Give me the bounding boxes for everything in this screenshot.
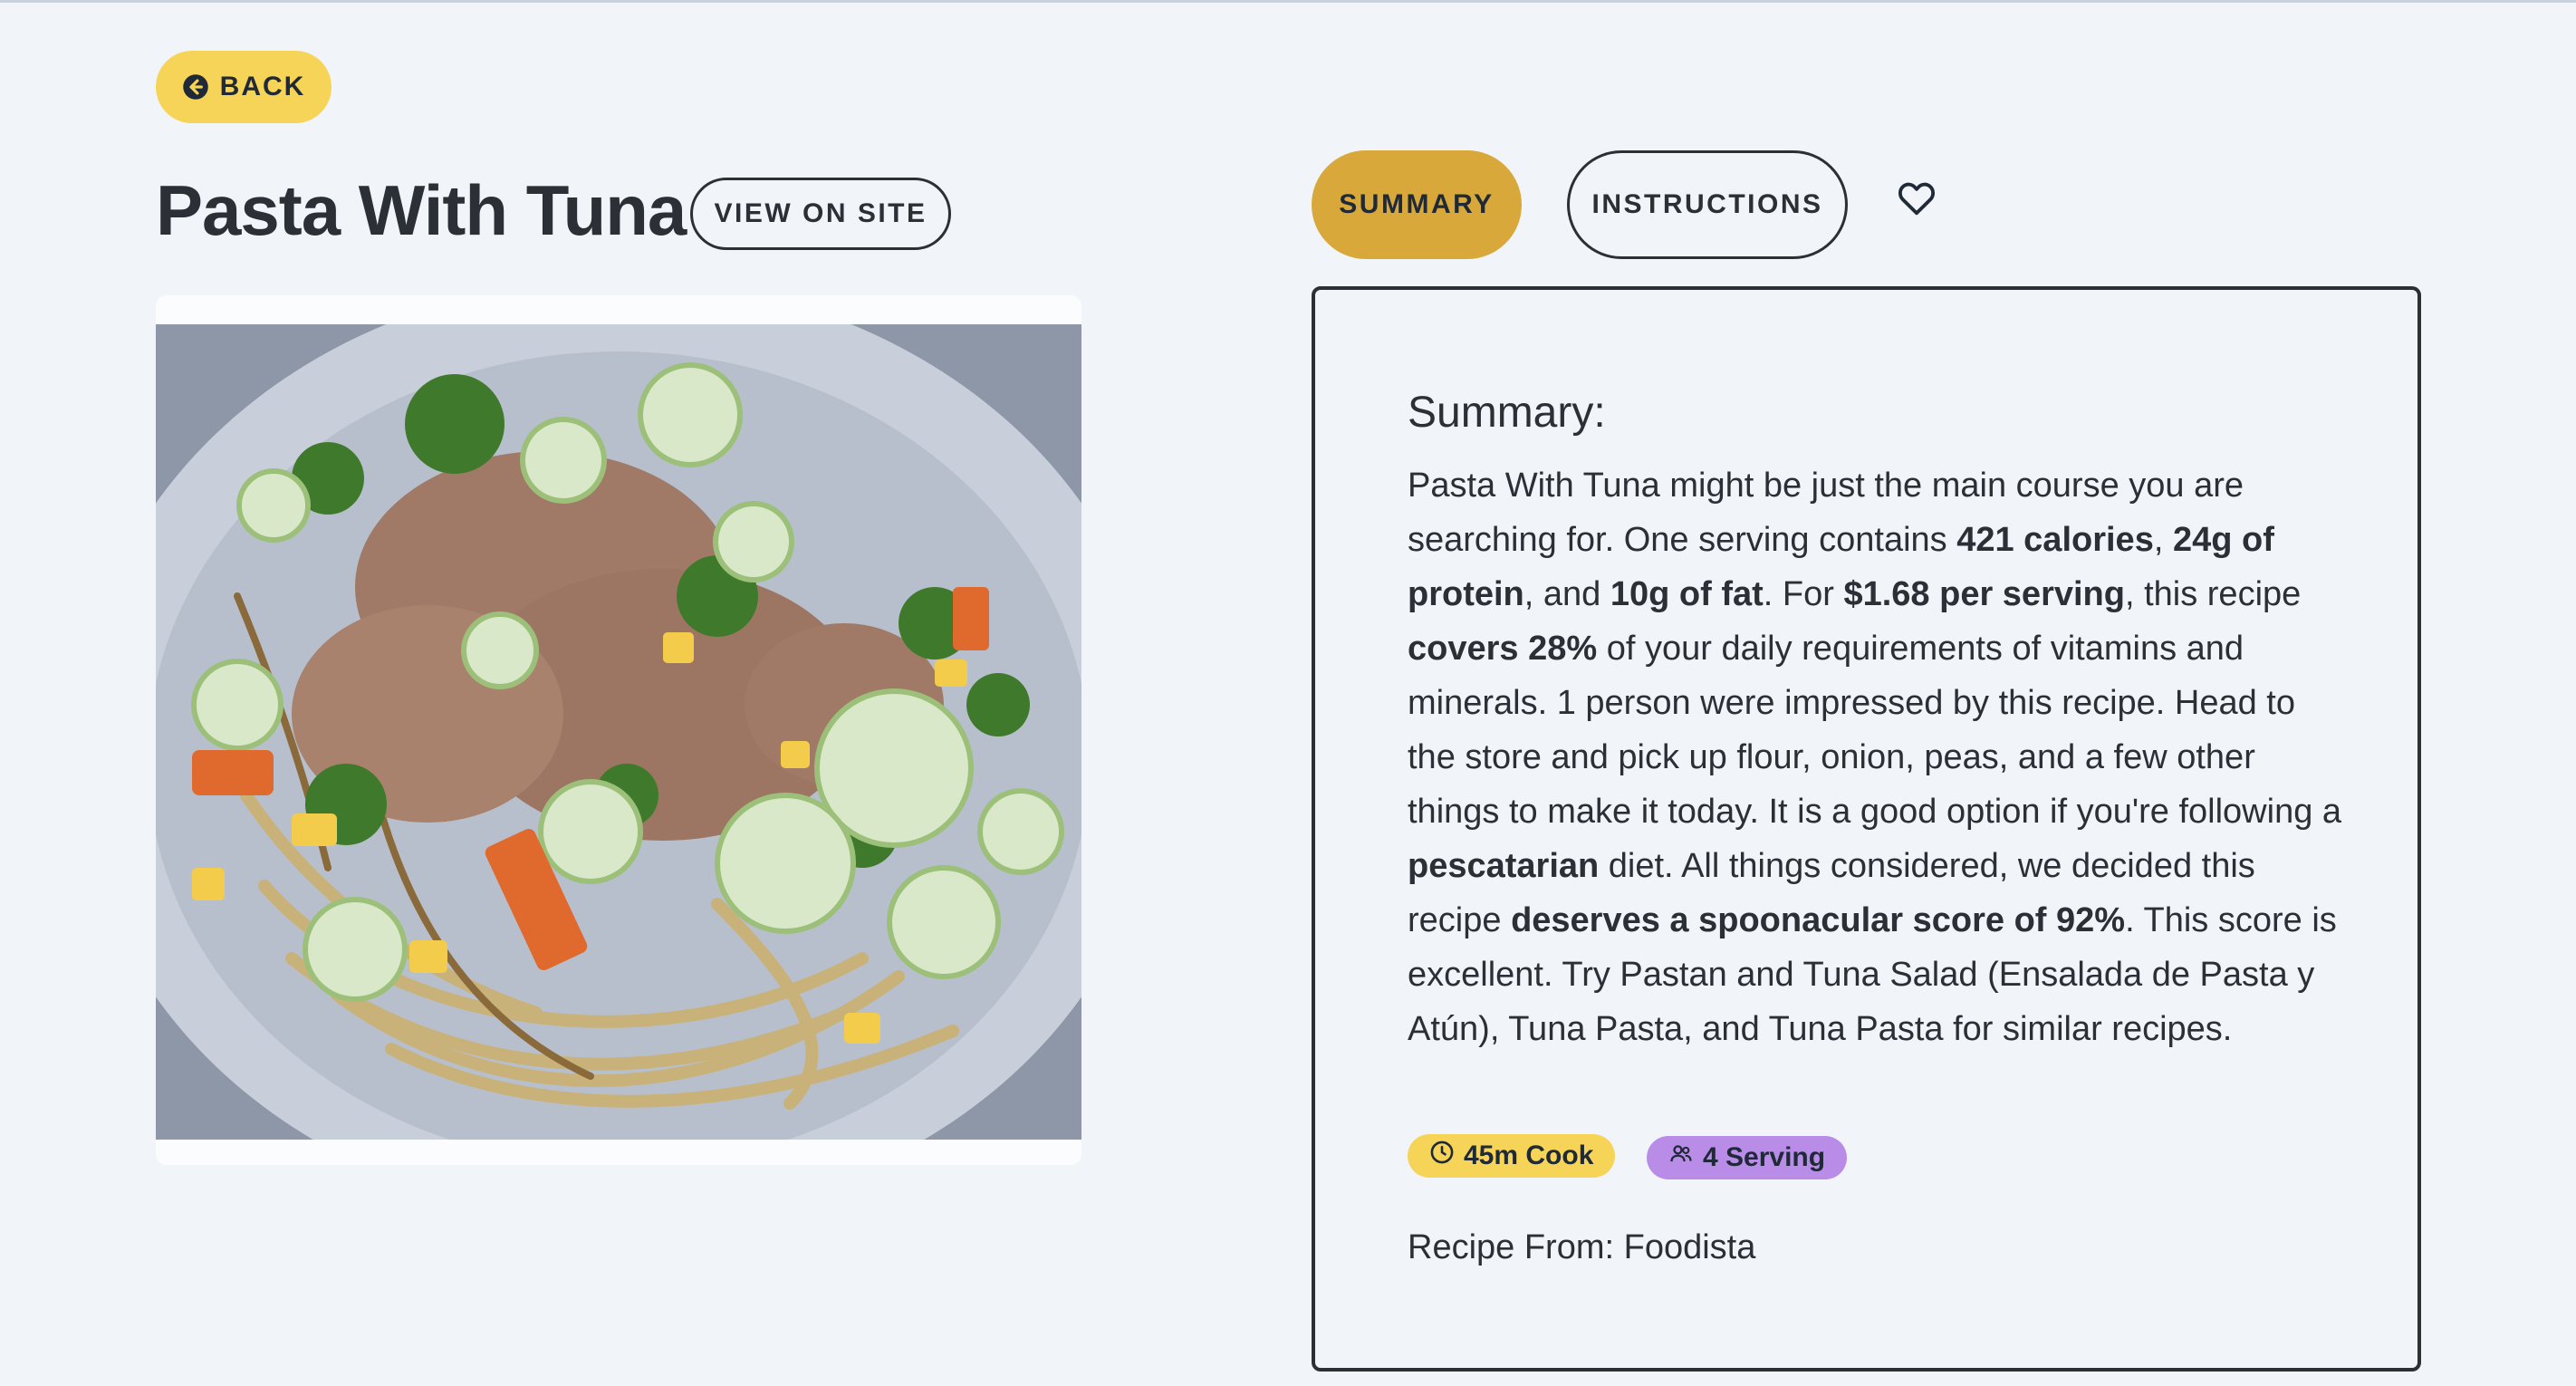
- summary-segment: ,: [2153, 521, 2173, 559]
- cook-time-badge: 45m Cook: [1408, 1134, 1616, 1178]
- summary-segment: , and: [1523, 575, 1610, 613]
- servings-badge: 4 Serving: [1647, 1136, 1848, 1179]
- heart-icon: [1896, 178, 1937, 222]
- summary-panel: Summary: Pasta With Tuna might be just t…: [1312, 286, 2421, 1372]
- summary-highlight: deserves a spoonacular score of 92%: [1511, 901, 2126, 939]
- tab-instructions[interactable]: INSTRUCTIONS: [1567, 150, 1848, 259]
- view-on-site-button[interactable]: VIEW ON SITE: [690, 178, 951, 250]
- clock-icon: [1429, 1140, 1455, 1172]
- top-border: [0, 0, 2576, 3]
- servings-label: 4 Serving: [1703, 1142, 1826, 1172]
- cook-time-label: 45m Cook: [1464, 1141, 1594, 1170]
- page-title: Pasta With Tuna: [156, 169, 687, 250]
- recipe-image: [156, 324, 1081, 1140]
- summary-highlight: $1.68 per serving: [1843, 575, 2125, 613]
- summary-heading: Summary:: [1408, 389, 1606, 437]
- recipe-source: Recipe From: Foodista: [1408, 1228, 1756, 1266]
- back-label: BACK: [219, 72, 306, 101]
- arrow-left-circle-icon: [182, 73, 209, 101]
- tab-summary[interactable]: SUMMARY: [1312, 150, 1522, 259]
- summary-segment: , this recipe: [2124, 575, 2302, 613]
- summary-highlight: 421 calories: [1956, 521, 2154, 559]
- back-button[interactable]: BACK: [156, 51, 332, 123]
- favorite-button[interactable]: [1895, 178, 1938, 221]
- summary-highlight: covers 28%: [1408, 630, 1598, 668]
- recipe-image-frame: [156, 295, 1081, 1165]
- summary-highlight: 10g of fat: [1610, 575, 1764, 613]
- summary-segment: . For: [1763, 575, 1844, 613]
- users-icon: [1668, 1141, 1694, 1174]
- summary-highlight: pescatarian: [1408, 847, 1600, 885]
- summary-text: Pasta With Tuna might be just the main c…: [1408, 458, 2350, 1056]
